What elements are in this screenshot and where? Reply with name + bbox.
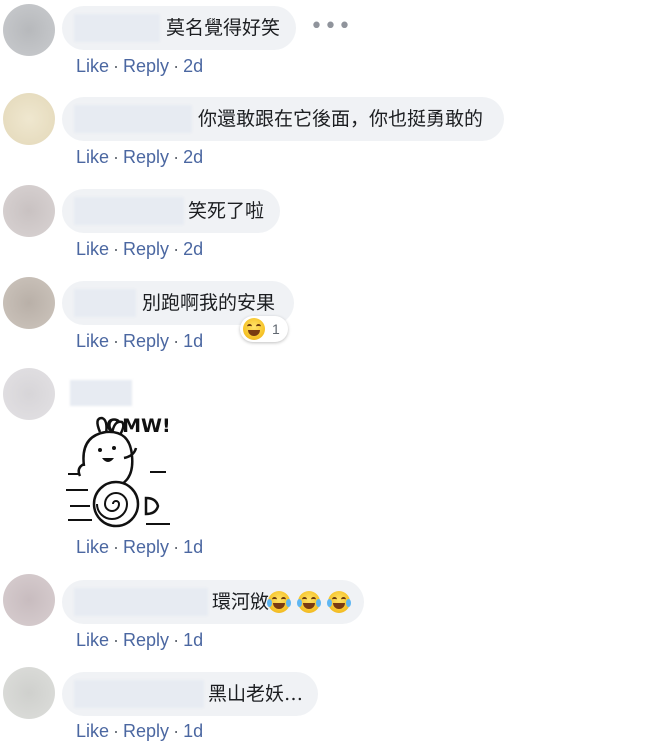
like-link[interactable]: Like (76, 239, 109, 259)
like-link[interactable]: Like (76, 721, 109, 741)
reply-link[interactable]: Reply (123, 537, 169, 557)
reaction-count: 1 (272, 321, 280, 337)
crying-laughing-emoji-group (267, 591, 352, 613)
comment-bubble: 黑山老妖… (62, 672, 318, 716)
comment-actions: Like · Reply · 2d (76, 147, 204, 167)
avatar[interactable] (3, 574, 55, 626)
timestamp[interactable]: 2d (183, 56, 203, 76)
comment-text: 笑死了啦 (188, 200, 265, 222)
avatar[interactable] (3, 368, 55, 420)
comment-text: 環河敓 (212, 591, 270, 613)
laughing-emoji-icon (243, 318, 265, 340)
avatar[interactable] (3, 93, 55, 145)
like-link[interactable]: Like (76, 147, 109, 167)
comment-text: 莫名覺得好笑 (166, 17, 281, 39)
timestamp[interactable]: 1d (183, 630, 203, 650)
comment-text: 黑山老妖… (208, 683, 304, 705)
timestamp[interactable]: 1d (183, 537, 203, 557)
comment-actions: Like · Reply · 1d (76, 721, 204, 741)
reply-link[interactable]: Reply (123, 721, 169, 741)
comment-actions: Like · Reply · 1d (76, 537, 204, 557)
omw-sticker-illustration: OMW! (66, 415, 171, 528)
reply-link[interactable]: Reply (123, 331, 169, 351)
avatar[interactable] (3, 4, 55, 56)
comment-bubble: 笑死了啦 (62, 189, 280, 233)
commenter-name[interactable] (70, 380, 132, 406)
comment-bubble: 你還敢跟在它後面，你也挺勇敢的 (62, 97, 504, 141)
commenter-name[interactable] (74, 105, 192, 133)
comment-actions: Like · Reply · 1d (76, 331, 204, 351)
comment-bubble: 莫名覺得好笑 (62, 6, 296, 50)
like-link[interactable]: Like (76, 630, 109, 650)
reply-link[interactable]: Reply (123, 56, 169, 76)
avatar[interactable] (3, 277, 55, 329)
timestamp[interactable]: 2d (183, 239, 203, 259)
reply-link[interactable]: Reply (123, 147, 169, 167)
comment-actions: Like · Reply · 2d (76, 239, 204, 259)
commenter-name[interactable] (74, 14, 160, 42)
comment-actions: Like · Reply · 1d (76, 630, 204, 650)
avatar[interactable] (3, 667, 55, 719)
sticker[interactable]: OMW! (66, 412, 176, 530)
like-link[interactable]: Like (76, 537, 109, 557)
commenter-name[interactable] (74, 588, 208, 616)
comment-actions: Like · Reply · 2d (76, 56, 204, 76)
like-link[interactable]: Like (76, 56, 109, 76)
like-link[interactable]: Like (76, 331, 109, 351)
comment-bubble: 環河敓 (62, 580, 364, 624)
commenter-name[interactable] (74, 197, 184, 225)
reaction-summary[interactable]: 1 (240, 316, 288, 342)
reply-link[interactable]: Reply (123, 630, 169, 650)
timestamp[interactable]: 2d (183, 147, 203, 167)
timestamp[interactable]: 1d (183, 721, 203, 741)
crying-laughing-emoji-icon (327, 591, 352, 613)
avatar[interactable] (3, 185, 55, 237)
timestamp[interactable]: 1d (183, 331, 203, 351)
crying-laughing-emoji-icon (267, 591, 291, 613)
commenter-name[interactable] (74, 680, 204, 708)
more-options-icon[interactable]: ••• (310, 16, 352, 38)
reply-link[interactable]: Reply (123, 239, 169, 259)
crying-laughing-emoji-icon (297, 591, 322, 613)
comment-text: 你還敢跟在它後面，你也挺勇敢的 (198, 108, 484, 130)
commenter-name[interactable] (74, 289, 136, 317)
